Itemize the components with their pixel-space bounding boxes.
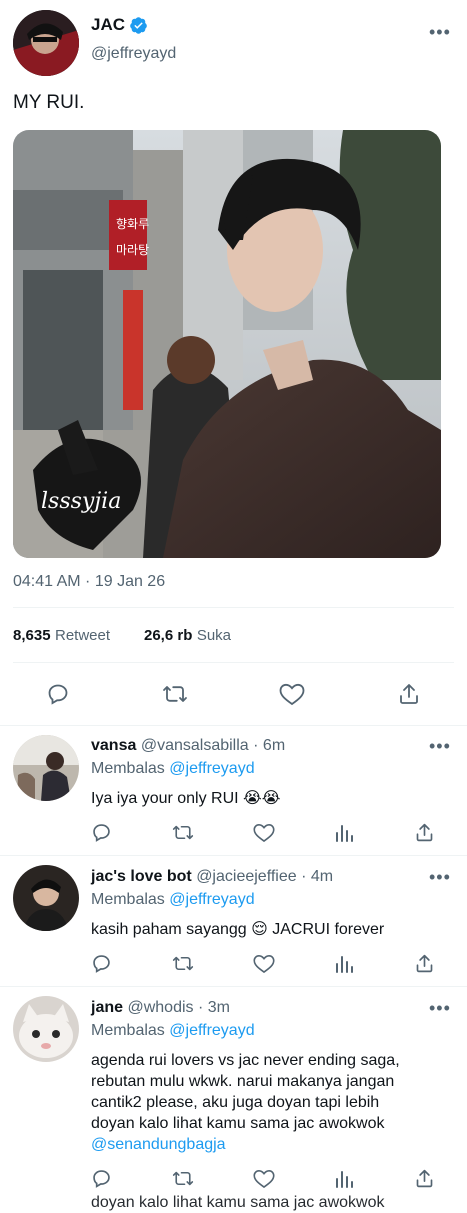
reply-author-name[interactable]: jane xyxy=(91,999,123,1016)
like-stats[interactable]: 26,6 rb Suka xyxy=(144,627,231,645)
reply-time[interactable]: · 4m xyxy=(301,868,333,885)
replying-to: Membalas @jeffreyayd xyxy=(91,891,255,909)
replying-to-link[interactable]: @jeffreyayd xyxy=(169,760,254,777)
retweet-stats[interactable]: 8,635 Retweet xyxy=(13,627,110,645)
reply-text-line: doyan kalo lihat kamu sama jac awokwok xyxy=(91,1115,385,1132)
share-icon[interactable] xyxy=(414,1168,435,1189)
retweet-label: Retweet xyxy=(55,627,111,644)
replying-to: Membalas @jeffreyayd xyxy=(91,760,255,778)
reply-text-line: cantik2 please, aku juga doyan tapi lebi… xyxy=(91,1094,380,1111)
reply-header: jac's love bot @jacieejeffiee · 4m xyxy=(91,868,333,886)
photo-sign-1: 향화루 xyxy=(116,217,149,231)
share-icon[interactable] xyxy=(414,953,435,974)
more-dots-icon[interactable]: ••• xyxy=(429,22,451,43)
like-icon[interactable] xyxy=(253,1169,275,1189)
reply-text: agenda rui lovers vs jac never ending sa… xyxy=(91,1050,461,1155)
reply-avatar-image xyxy=(13,735,79,801)
share-icon[interactable] xyxy=(414,822,435,843)
tweet-text: MY RUI. xyxy=(13,92,85,113)
author-avatar[interactable] xyxy=(13,10,79,76)
reply-header: vansa @vansalsabilla · 6m xyxy=(91,737,285,755)
reply-text: Iya iya your only RUI 😭😭 xyxy=(91,790,281,807)
like-label: Suka xyxy=(196,627,232,644)
replying-to: Membalas @jeffreyayd xyxy=(91,1022,255,1040)
reply-time[interactable]: · 6m xyxy=(253,737,285,754)
reply-avatar[interactable] xyxy=(13,996,79,1062)
replying-to-link[interactable]: @jeffreyayd xyxy=(169,891,254,908)
retweet-icon[interactable] xyxy=(172,822,194,843)
retweet-icon[interactable] xyxy=(172,1168,194,1189)
views-icon[interactable] xyxy=(334,822,354,843)
like-icon[interactable] xyxy=(279,683,305,706)
photo-watermark: lsssyjia xyxy=(41,489,121,514)
retweet-count: 8,635 xyxy=(13,627,51,644)
tweet-photo[interactable]: 향화루 마라탕 lsssyjia xyxy=(13,130,441,558)
divider xyxy=(0,986,467,987)
reply-header: jane @whodis · 3m xyxy=(91,999,230,1017)
author-handle[interactable]: @jeffreyayd xyxy=(91,45,176,63)
more-dots-icon[interactable]: ••• xyxy=(429,867,451,888)
replying-to-link[interactable]: @jeffreyayd xyxy=(169,1022,254,1039)
views-icon[interactable] xyxy=(334,953,354,974)
photo-sign-2: 마라탕 xyxy=(116,243,149,257)
reply-time[interactable]: · 3m xyxy=(198,999,230,1016)
author-avatar-image xyxy=(13,10,79,76)
replying-prefix: Membalas xyxy=(91,1022,165,1039)
reply-avatar-image xyxy=(13,996,79,1062)
reply-avatar[interactable] xyxy=(13,735,79,801)
reply-text-line: agenda rui lovers vs jac never ending sa… xyxy=(91,1052,400,1069)
reply-author-handle[interactable]: @whodis xyxy=(127,999,193,1016)
divider xyxy=(0,725,467,726)
author-name[interactable]: JAC xyxy=(91,15,125,35)
reply-icon[interactable] xyxy=(91,1168,112,1189)
reply-icon[interactable] xyxy=(46,682,70,706)
reply-mention-link[interactable]: @senandungbagja xyxy=(91,1134,461,1155)
like-icon[interactable] xyxy=(253,823,275,843)
reply-author-handle[interactable]: @vansalsabilla xyxy=(141,737,249,754)
reply-icon[interactable] xyxy=(91,953,112,974)
divider xyxy=(13,662,454,663)
more-dots-icon[interactable]: ••• xyxy=(429,998,451,1019)
tweet-timestamp[interactable]: 04:41 AM · 19 Jan 26 xyxy=(13,573,165,591)
like-count: 26,6 rb xyxy=(144,627,193,644)
verified-badge-icon xyxy=(129,16,148,35)
more-dots-icon[interactable]: ••• xyxy=(429,736,451,757)
reply-author-name[interactable]: jac's love bot xyxy=(91,868,192,885)
reply-icon[interactable] xyxy=(91,822,112,843)
replying-prefix: Membalas xyxy=(91,760,165,777)
reply-avatar-image xyxy=(13,865,79,931)
photo-scene: 향화루 마라탕 lsssyjia xyxy=(13,130,441,558)
retweet-icon[interactable] xyxy=(172,953,194,974)
replying-prefix: Membalas xyxy=(91,891,165,908)
reply-author-name[interactable]: vansa xyxy=(91,737,136,754)
retweet-icon[interactable] xyxy=(162,682,188,706)
reply-author-handle[interactable]: @jacieejeffiee xyxy=(196,868,296,885)
reply-avatar[interactable] xyxy=(13,865,79,931)
share-icon[interactable] xyxy=(397,682,421,706)
divider xyxy=(0,855,467,856)
like-icon[interactable] xyxy=(253,954,275,974)
reply-text-line: rebutan mulu wkwk. narui makanya jangan xyxy=(91,1073,395,1090)
cutoff-text: doyan kalo lihat kamu sama jac awokwok xyxy=(91,1194,385,1211)
reply-text: kasih paham sayangg 😌 JACRUI forever xyxy=(91,921,385,938)
divider xyxy=(13,607,454,608)
views-icon[interactable] xyxy=(334,1168,354,1189)
